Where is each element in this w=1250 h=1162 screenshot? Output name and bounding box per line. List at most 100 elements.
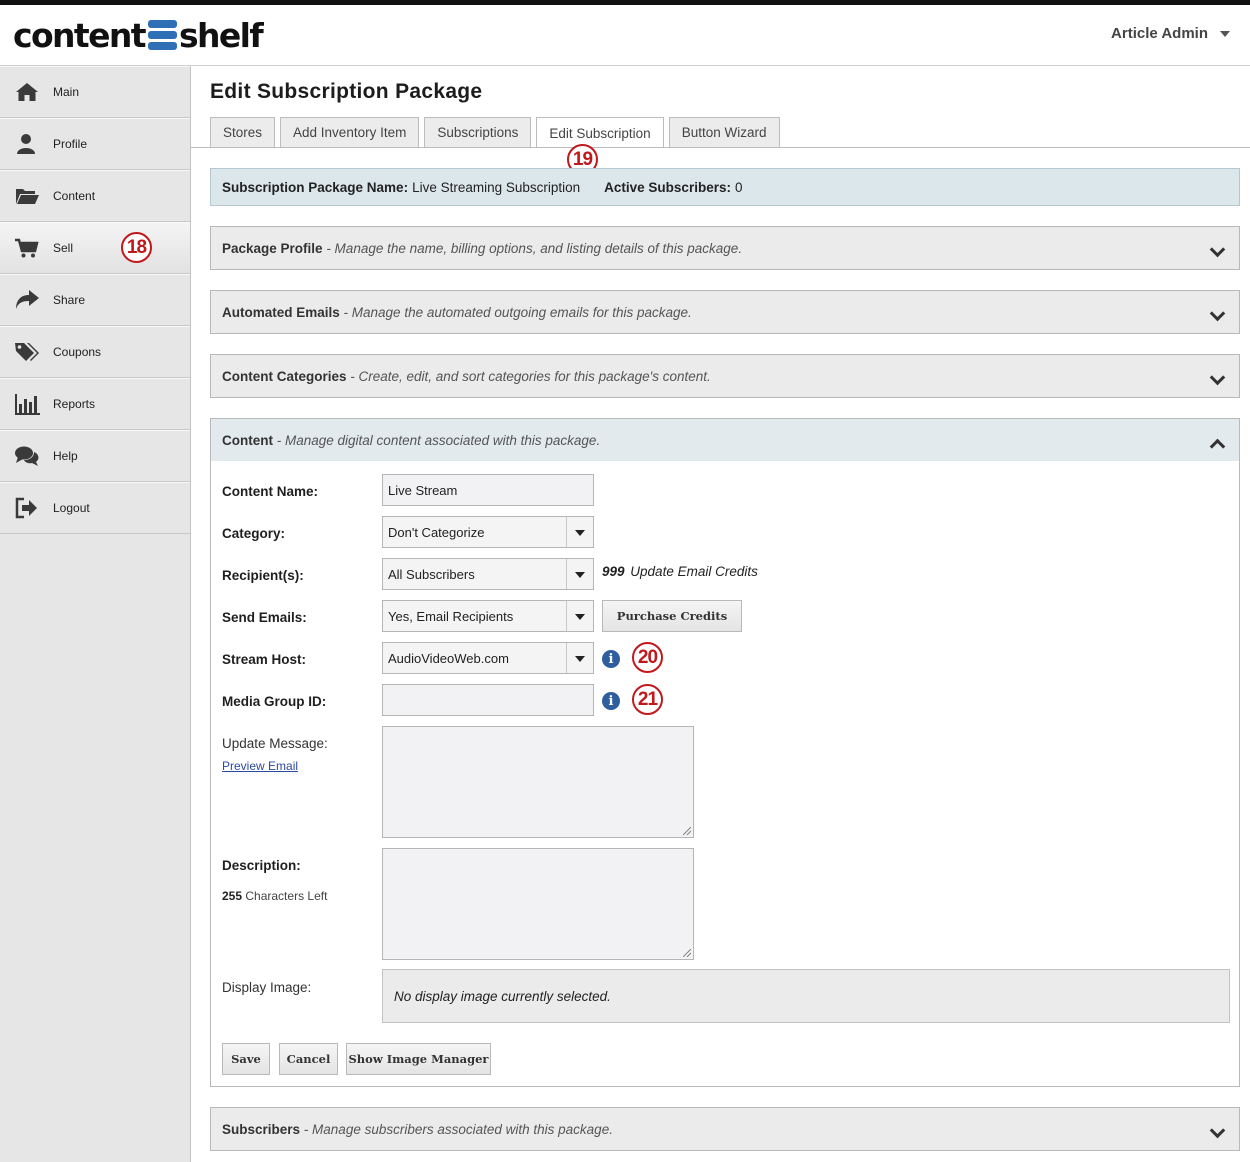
sidebar-item-label: Help (53, 449, 78, 463)
sidebar-item-profile[interactable]: Profile (0, 118, 190, 170)
description-label: Description: (222, 858, 301, 873)
package-info-bar: Subscription Package Name: Live Streamin… (210, 168, 1240, 206)
content-name-label: Content Name: (222, 484, 319, 499)
tab-stores[interactable]: Stores (210, 117, 276, 147)
tab-subscriptions[interactable]: Subscriptions (424, 117, 532, 147)
chevron-down-icon (1209, 1122, 1226, 1139)
sidebar-item-label: Content (53, 189, 96, 203)
dropdown-arrow-icon (566, 643, 593, 673)
sidebar-item-help[interactable]: Help (0, 430, 190, 482)
cancel-button[interactable]: Cancel (279, 1043, 338, 1075)
sidebar-item-sell[interactable]: Sell 18 (0, 222, 190, 274)
sidebar-item-label: Profile (53, 137, 88, 151)
update-message-textarea[interactable] (382, 726, 694, 838)
panel-package-profile[interactable]: Package Profile - Manage the name, billi… (210, 226, 1240, 270)
panel-title: Automated Emails (222, 305, 340, 320)
user-menu[interactable]: Article Admin (1111, 25, 1230, 42)
sidebar-item-coupons[interactable]: Coupons (0, 326, 190, 378)
show-image-manager-button[interactable]: Show Image Manager (346, 1043, 491, 1075)
panel-description: - Create, edit, and sort categories for … (346, 369, 711, 384)
save-button[interactable]: Save (222, 1043, 270, 1075)
purchase-credits-button[interactable]: Purchase Credits (602, 600, 742, 632)
panel-title: Subscribers (222, 1122, 301, 1137)
contentshelf-logo[interactable]: content shelf (13, 15, 264, 55)
logo-text-left: content (13, 15, 147, 55)
caret-down-icon (1220, 31, 1230, 38)
update-message-label: Update Message: (222, 736, 328, 751)
panel-content[interactable]: Content - Manage digital content associa… (210, 418, 1240, 462)
category-select[interactable]: Don't Categorize (382, 516, 594, 548)
characters-left-count: 255 (222, 889, 243, 903)
callout-badge-20: 20 (632, 642, 663, 673)
panel-content-categories[interactable]: Content Categories - Create, edit, and s… (210, 354, 1240, 398)
stream-host-select[interactable]: AudioVideoWeb.com (382, 642, 594, 674)
tab-button-wizard[interactable]: Button Wizard (668, 117, 780, 147)
preview-email-link[interactable]: Preview Email (222, 759, 298, 773)
resize-handle[interactable] (683, 949, 691, 957)
dropdown-arrow-icon (566, 601, 593, 631)
panel-description: - Manage subscribers associated with thi… (300, 1122, 613, 1137)
description-textarea[interactable] (382, 848, 694, 960)
panel-subscribers[interactable]: Subscribers - Manage subscribers associa… (210, 1107, 1240, 1151)
logo-stack-icon (147, 20, 177, 50)
info-icon[interactable]: i (602, 650, 620, 668)
tab-divider (191, 147, 1250, 148)
content-form: Content Name: Live Stream Category: Don'… (210, 461, 1240, 1087)
sidebar-item-share[interactable]: Share (0, 274, 190, 326)
recipients-label: Recipient(s): (222, 568, 304, 583)
sidebar-item-label: Main (53, 85, 80, 99)
recipients-select-value: All Subscribers (388, 567, 475, 582)
main-content: Edit Subscription Package Stores Add Inv… (191, 66, 1250, 1162)
share-icon (16, 290, 39, 309)
send-emails-label: Send Emails: (222, 610, 307, 625)
update-email-credits: 999 Update Email Credits (602, 564, 758, 579)
dropdown-arrow-icon (566, 517, 593, 547)
send-emails-select[interactable]: Yes, Email Recipients (382, 600, 594, 632)
panel-title: Content Categories (222, 369, 347, 384)
chevron-down-icon (1209, 241, 1226, 258)
characters-left: 255 Characters Left (222, 889, 327, 903)
resize-handle[interactable] (683, 827, 691, 835)
panel-automated-emails[interactable]: Automated Emails - Manage the automated … (210, 290, 1240, 334)
sidebar-item-logout[interactable]: Logout (0, 482, 190, 534)
callout-badge-21: 21 (632, 684, 663, 715)
folder-icon (16, 189, 39, 204)
media-group-id-input[interactable] (382, 684, 594, 716)
sidebar-item-label: Coupons (53, 345, 102, 359)
package-name-value: Live Streaming Subscription (412, 179, 581, 195)
chevron-down-icon (1209, 305, 1226, 322)
panel-title: Package Profile (222, 241, 323, 256)
page-title: Edit Subscription Package (210, 80, 483, 103)
user-menu-label: Article Admin (1111, 25, 1208, 42)
sidebar-item-label: Share (53, 293, 86, 307)
category-label: Category: (222, 526, 286, 541)
logo-text-right: shelf (178, 15, 264, 55)
chevron-up-icon (1209, 438, 1226, 455)
sidebar-item-reports[interactable]: Reports (0, 378, 190, 430)
chevron-down-icon (1209, 369, 1226, 386)
info-icon[interactable]: i (602, 692, 620, 710)
logout-icon (15, 497, 37, 519)
cart-icon (15, 238, 39, 258)
panel-title: Content (222, 433, 273, 448)
tab-add-inventory-item[interactable]: Add Inventory Item (280, 117, 420, 147)
display-image-label: Display Image: (222, 980, 312, 995)
sidebar-item-label: Reports (53, 397, 96, 411)
package-name-label: Subscription Package Name: (222, 179, 409, 195)
credits-count: 999 (602, 564, 625, 579)
chat-icon (15, 446, 39, 466)
callout-badge-18: 18 (121, 232, 152, 263)
characters-left-text: Characters Left (245, 889, 328, 903)
sidebar-item-content[interactable]: Content (0, 170, 190, 222)
recipients-select[interactable]: All Subscribers (382, 558, 594, 590)
sidebar-item-main[interactable]: Main (0, 66, 190, 118)
tab-edit-subscription[interactable]: Edit Subscription (536, 117, 664, 148)
send-emails-select-value: Yes, Email Recipients (388, 609, 514, 624)
stream-host-select-value: AudioVideoWeb.com (388, 651, 509, 666)
active-subscribers-label: Active Subscribers: (604, 179, 731, 195)
content-name-input[interactable]: Live Stream (382, 474, 594, 506)
app-header: content shelf Article Admin (0, 5, 1250, 66)
category-select-value: Don't Categorize (388, 525, 485, 540)
sidebar: Main Profile Content Sell 18 Share Coupo… (0, 66, 191, 1162)
tags-icon (15, 343, 39, 361)
